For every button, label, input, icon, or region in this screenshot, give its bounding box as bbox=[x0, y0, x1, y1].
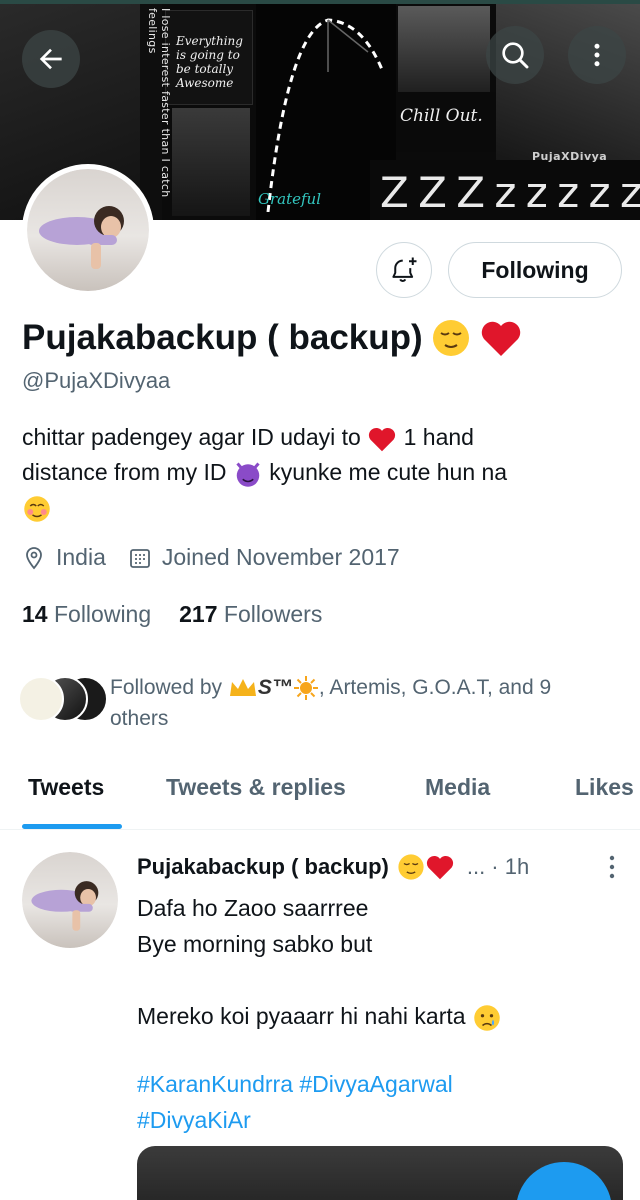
location-text: India bbox=[56, 544, 106, 570]
banner-vertical-quote: I lose interest faster than I catch feel… bbox=[146, 8, 172, 198]
following-count-link[interactable]: 14 Following bbox=[22, 601, 151, 628]
banner-chill-text: Chill Out. bbox=[400, 106, 483, 126]
active-tab-indicator bbox=[22, 824, 122, 829]
ferris-wheel-arc bbox=[266, 18, 385, 212]
tweet-author-avatar[interactable] bbox=[22, 852, 118, 948]
followers-label: Followers bbox=[223, 601, 323, 627]
smiling-blush-emoji-icon bbox=[24, 496, 50, 522]
banner-zzz-text: Z Z Z z z z z z z bbox=[380, 168, 640, 220]
search-button[interactable] bbox=[486, 26, 544, 84]
followers-count-link[interactable]: 217 Followers bbox=[179, 601, 322, 628]
banner-quote-text: Everything is going to be totally Awesom… bbox=[176, 34, 243, 90]
profile-name: Pujakabackup ( backup) bbox=[22, 318, 523, 358]
tab-tweets-replies[interactable]: Tweets & replies bbox=[166, 774, 346, 801]
tweet-line-4-text: Mereko koi pyaaarr hi nahi karta bbox=[137, 1003, 466, 1029]
tweet-line-4: Mereko koi pyaaarr hi nahi karta bbox=[137, 998, 617, 1034]
bell-plus-icon bbox=[392, 257, 417, 282]
followed-by-avatars bbox=[18, 676, 108, 726]
baby-photo-icon bbox=[39, 206, 124, 269]
relieved-face-emoji-icon bbox=[432, 320, 469, 356]
bio-line-2-end: kyunke me cute hun na bbox=[269, 459, 508, 485]
tweet-hashtags: #KaranKundrra #DivyaAgarwal #DivyaKiAr bbox=[137, 1066, 617, 1138]
search-icon bbox=[502, 42, 529, 69]
banner-grateful-text: Grateful bbox=[258, 190, 322, 208]
profile-bio: chittar padengey agar ID udayi to 1 hand… bbox=[22, 420, 622, 525]
bio-line-1-end: 1 hand bbox=[403, 424, 474, 450]
tweet-more-icon[interactable] bbox=[604, 854, 620, 880]
tweet-line-1: Dafa ho Zaoo saarrree bbox=[137, 895, 369, 921]
back-button[interactable] bbox=[22, 30, 80, 88]
followed-by-prefix: Followed by bbox=[110, 676, 223, 699]
crying-face-emoji-icon bbox=[474, 1005, 500, 1031]
avatar-photo bbox=[27, 169, 149, 291]
relieved-face-emoji-icon bbox=[398, 854, 424, 880]
bio-line-1: chittar padengey agar ID udayi to bbox=[22, 424, 361, 450]
tab-media[interactable]: Media bbox=[425, 774, 490, 801]
banner-collage-tile-portrait bbox=[172, 108, 250, 216]
profile-meta: India Joined November 2017 bbox=[22, 544, 422, 571]
hashtag-line-1[interactable]: #KaranKundrra #DivyaAgarwal bbox=[137, 1066, 617, 1102]
red-heart-emoji-icon bbox=[369, 427, 396, 452]
following-button[interactable]: Following bbox=[448, 242, 622, 298]
tweet-timestamp: ... · 1h bbox=[466, 854, 530, 879]
tweet-author-name[interactable]: Pujakabackup ( backup) bbox=[137, 854, 389, 880]
profile-name-text: Pujakabackup ( backup) bbox=[22, 318, 423, 357]
joined-item: Joined November 2017 bbox=[128, 544, 400, 571]
sun-emoji-icon bbox=[293, 676, 318, 701]
red-heart-emoji-icon bbox=[481, 321, 520, 356]
profile-handle: @PujaXDivyaa bbox=[22, 368, 171, 393]
more-vertical-icon bbox=[594, 43, 600, 67]
tab-tweets[interactable]: Tweets bbox=[28, 774, 104, 801]
smiling-devil-emoji-icon bbox=[236, 462, 260, 487]
profile-tabs: Tweets Tweets & replies Media Likes bbox=[0, 756, 640, 830]
following-label: Following bbox=[53, 601, 152, 627]
followed-by-name-1: S™ bbox=[257, 676, 293, 699]
tweet-text: Dafa ho Zaoo saarrree Bye morning sabko … bbox=[137, 890, 617, 1034]
tweet-avatar-photo bbox=[22, 852, 118, 948]
crown-emoji-icon bbox=[229, 679, 256, 697]
more-options-button[interactable] bbox=[568, 26, 626, 84]
followers-count: 217 bbox=[179, 601, 218, 627]
tweet-line-3 bbox=[137, 962, 617, 998]
hashtag-line-2[interactable]: #DivyaKiAr bbox=[137, 1102, 617, 1138]
red-heart-emoji-icon bbox=[426, 855, 453, 880]
joined-text: Joined November 2017 bbox=[161, 544, 400, 570]
calendar-icon bbox=[129, 548, 150, 568]
notifications-toggle-button[interactable] bbox=[376, 242, 432, 298]
followed-by-text: Followed by S™ , Artemis, G.O.A.T, and 9… bbox=[110, 672, 610, 734]
follow-counts: 14 Following 217 Followers bbox=[22, 601, 322, 628]
banner-collage-tile-portrait-2 bbox=[398, 6, 490, 92]
banner-watermark: PujaXDivya bbox=[532, 150, 608, 163]
mini-avatar-1 bbox=[18, 676, 64, 722]
location-item: India bbox=[22, 544, 106, 571]
baby-photo-icon bbox=[31, 881, 99, 931]
tweet-line-2: Bye morning sabko but bbox=[137, 931, 373, 957]
following-count: 14 bbox=[22, 601, 48, 627]
location-pin-icon bbox=[26, 546, 42, 569]
tab-likes[interactable]: Likes bbox=[575, 774, 634, 801]
arrow-left-icon bbox=[39, 48, 62, 70]
bio-line-2-start: distance from my ID bbox=[22, 459, 227, 485]
profile-avatar[interactable] bbox=[22, 164, 154, 296]
tweet-header: Pujakabackup ( backup) ... · 1h bbox=[137, 853, 617, 881]
